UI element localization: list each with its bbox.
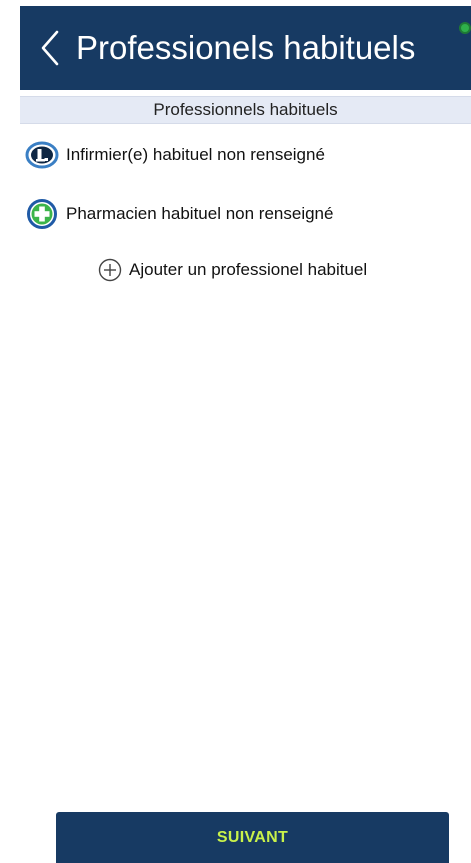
add-professional-button[interactable]: Ajouter un professionel habituel	[97, 256, 367, 284]
plus-circle-icon	[97, 257, 123, 283]
nurse-icon	[24, 140, 60, 170]
list-item-pharmacist[interactable]: Pharmacien habituel non renseigné	[24, 199, 333, 229]
pharmacist-label: Pharmacien habituel non renseigné	[66, 204, 334, 223]
list-item-nurse[interactable]: Infirmier(e) habituel non renseigné	[24, 140, 325, 170]
nurse-label: Infirmier(e) habituel non renseigné	[66, 145, 325, 164]
section-header: Professionnels habituels	[20, 96, 471, 124]
chevron-left-icon	[41, 30, 59, 66]
pharmacy-cross-icon	[24, 199, 60, 229]
back-button[interactable]	[34, 26, 66, 70]
footer: SUIVANT	[0, 811, 471, 863]
header-bar: Professionels habituels	[20, 6, 471, 90]
status-indicator	[459, 22, 471, 34]
add-professional-label: Ajouter un professionel habituel	[129, 260, 368, 279]
next-button[interactable]: SUIVANT	[56, 812, 449, 863]
page-title: Professionels habituels	[76, 29, 416, 66]
app-screen: Professionels habituels Professionnels h…	[0, 0, 471, 863]
